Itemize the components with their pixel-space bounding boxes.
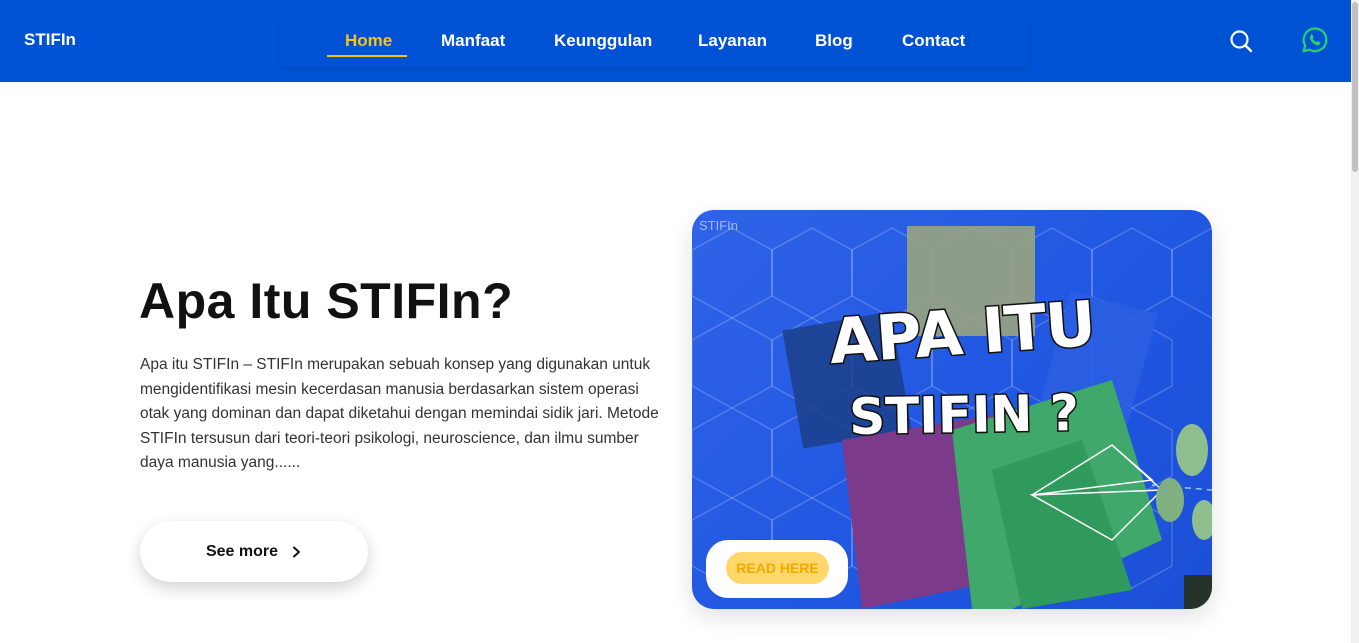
page-scrollbar[interactable] bbox=[1351, 0, 1359, 643]
read-here-button[interactable]: READ HERE bbox=[706, 540, 848, 598]
see-more-button[interactable]: See more bbox=[140, 521, 368, 582]
hero-description: Apa itu STIFIn – STIFIn merupakan sebuah… bbox=[140, 356, 659, 471]
brand-logo[interactable]: STIFIn bbox=[24, 30, 76, 50]
nav-item-contact[interactable]: Contact bbox=[902, 31, 965, 51]
nav-item-blog[interactable]: Blog bbox=[815, 31, 853, 51]
see-more-label: See more bbox=[205, 542, 279, 560]
chevron-right-icon bbox=[293, 546, 301, 557]
nav-active-underline bbox=[327, 55, 407, 57]
article-card-image[interactable]: STIFIn APA ITU STIFIN ? READ HERE bbox=[692, 210, 1212, 609]
search-icon[interactable] bbox=[1229, 29, 1253, 53]
whatsapp-icon[interactable] bbox=[1301, 26, 1329, 54]
nav-item-keunggulan[interactable]: Keunggulan bbox=[554, 31, 652, 51]
read-here-label: READ HERE bbox=[726, 552, 829, 584]
scrollbar-thumb[interactable] bbox=[1352, 2, 1358, 172]
nav-item-home[interactable]: Home bbox=[345, 31, 392, 51]
card-headline-line2: STIFIN ? bbox=[847, 382, 1081, 447]
card-watermark: STIFIn bbox=[699, 218, 739, 233]
nav-item-layanan[interactable]: Layanan bbox=[698, 31, 767, 51]
nav-item-manfaat[interactable]: Manfaat bbox=[441, 31, 505, 51]
hero-title: Apa Itu STIFIn? bbox=[139, 273, 514, 329]
navbar: STIFIn Home Manfaat Keunggulan Layanan B… bbox=[0, 0, 1351, 82]
nav-menu: Home Manfaat Keunggulan Layanan Blog Con… bbox=[279, 14, 1029, 68]
